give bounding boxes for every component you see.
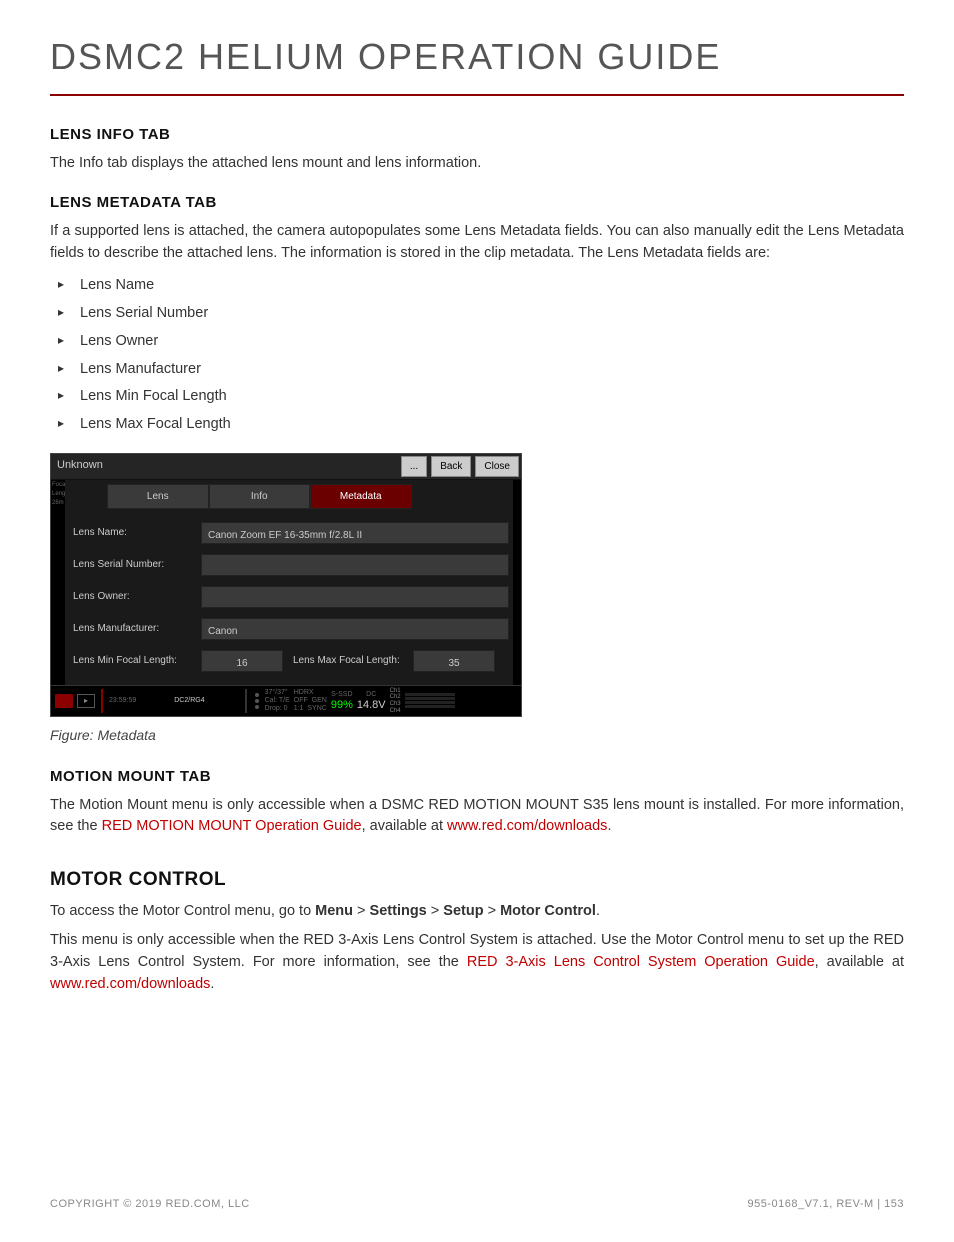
- ch-label: Ch2: [390, 694, 401, 701]
- dc-value: 14.8V: [357, 699, 386, 711]
- lens-name-input[interactable]: Canon Zoom EF 16-35mm f/2.8L II: [201, 522, 509, 544]
- temp-readout: 37°/37°: [265, 689, 290, 697]
- focal-length-readout: Focal Length: 28m: [51, 480, 65, 509]
- metadata-fields-list: Lens Name Lens Serial Number Lens Owner …: [58, 272, 904, 439]
- status-dots: [253, 691, 261, 711]
- link-3axis-guide[interactable]: RED 3-Axis Lens Control System Operation…: [467, 954, 815, 970]
- list-item: Lens Serial Number: [58, 300, 904, 328]
- lens-max-focal-label: Lens Max Focal Length:: [287, 653, 409, 668]
- page-footer: COPYRIGHT © 2019 RED.COM, LLC 955-0168_V…: [50, 1196, 904, 1213]
- heading-motor-control: MOTOR CONTROL: [50, 866, 904, 895]
- list-item: Lens Manufacturer: [58, 356, 904, 384]
- link-red-downloads-2[interactable]: www.red.com/downloads: [50, 976, 210, 992]
- list-item: Lens Max Focal Length: [58, 411, 904, 439]
- dc-label: DC: [366, 691, 376, 699]
- para-lens-info: The Info tab displays the attached lens …: [50, 153, 904, 175]
- lens-max-focal-input[interactable]: 35: [413, 650, 495, 672]
- lens-serial-label: Lens Serial Number:: [69, 557, 197, 572]
- sync-readout: 1:1 SYNC: [294, 705, 327, 713]
- tab-info[interactable]: Info: [209, 484, 311, 509]
- ssd-value: 99%: [331, 699, 353, 711]
- window-title: Unknown: [51, 454, 399, 479]
- lens-owner-label: Lens Owner:: [69, 589, 197, 604]
- play-icon[interactable]: ▸: [77, 694, 95, 708]
- mode-readout: DC2/RG4: [174, 696, 204, 707]
- hdrx-readout: HDRX: [294, 689, 327, 697]
- para-lens-metadata: If a supported lens is attached, the cam…: [50, 221, 904, 265]
- right-gutter: [513, 480, 521, 685]
- timecode: 23:59:59: [109, 697, 136, 705]
- lens-mfr-label: Lens Manufacturer:: [69, 621, 197, 636]
- page-title: DSMC2 HELIUM OPERATION GUIDE: [50, 30, 904, 84]
- lens-name-label: Lens Name:: [69, 525, 197, 540]
- tab-metadata[interactable]: Metadata: [310, 484, 412, 509]
- tab-empty: [412, 484, 514, 509]
- audio-meters: [405, 693, 455, 708]
- lens-mfr-input[interactable]: Canon: [201, 618, 509, 640]
- list-item: Lens Min Focal Length: [58, 383, 904, 411]
- heading-lens-info: LENS INFO TAB: [50, 124, 904, 147]
- lens-owner-input[interactable]: [201, 586, 509, 608]
- heading-lens-metadata: LENS METADATA TAB: [50, 192, 904, 215]
- lens-min-focal-input[interactable]: 16: [201, 650, 283, 672]
- left-gutter: Focal Length: 28m: [51, 480, 65, 685]
- lens-serial-input[interactable]: [201, 554, 509, 576]
- footer-docid: 955-0168_V7.1, REV-M | 153: [747, 1196, 904, 1213]
- drop-readout: Drop: 0: [265, 705, 290, 713]
- list-item: Lens Owner: [58, 328, 904, 356]
- para-motion-mount: The Motion Mount menu is only accessible…: [50, 795, 904, 839]
- camera-ui-screenshot: Unknown ... Back Close Focal Length: 28m…: [50, 453, 522, 717]
- level-bar: [101, 689, 103, 713]
- figure-caption: Figure: Metadata: [50, 725, 904, 746]
- para-motor-body: This menu is only accessible when the RE…: [50, 930, 904, 995]
- more-button[interactable]: ...: [401, 456, 427, 477]
- status-bar: ▸ 23:59:59 DC2/RG4 37°/37° Cal: T/E Drop…: [51, 685, 521, 716]
- link-motion-mount-guide[interactable]: RED MOTION MOUNT Operation Guide: [102, 818, 362, 834]
- link-red-downloads[interactable]: www.red.com/downloads: [447, 818, 607, 834]
- ssd-label: S-SSD: [331, 691, 352, 699]
- back-button[interactable]: Back: [431, 456, 471, 477]
- tab-lens[interactable]: Lens: [107, 484, 209, 509]
- heading-motion-mount: MOTION MOUNT TAB: [50, 766, 904, 789]
- lens-min-focal-label: Lens Min Focal Length:: [69, 653, 197, 668]
- ch-label: Ch1: [390, 688, 401, 695]
- cal-readout: Cal: T/E: [265, 697, 290, 705]
- ch-label: Ch4: [390, 708, 401, 715]
- ch-label: Ch3: [390, 701, 401, 708]
- window-titlebar: Unknown ... Back Close: [51, 454, 521, 480]
- footer-copyright: COPYRIGHT © 2019 RED.COM, LLC: [50, 1196, 250, 1213]
- list-item: Lens Name: [58, 272, 904, 300]
- divider: [245, 689, 247, 713]
- gen-readout: OFF GEN: [294, 697, 327, 705]
- record-icon[interactable]: [55, 694, 73, 708]
- title-rule: [50, 94, 904, 96]
- para-motor-nav: To access the Motor Control menu, go to …: [50, 901, 904, 923]
- close-button[interactable]: Close: [475, 456, 519, 477]
- side-label: [65, 484, 107, 509]
